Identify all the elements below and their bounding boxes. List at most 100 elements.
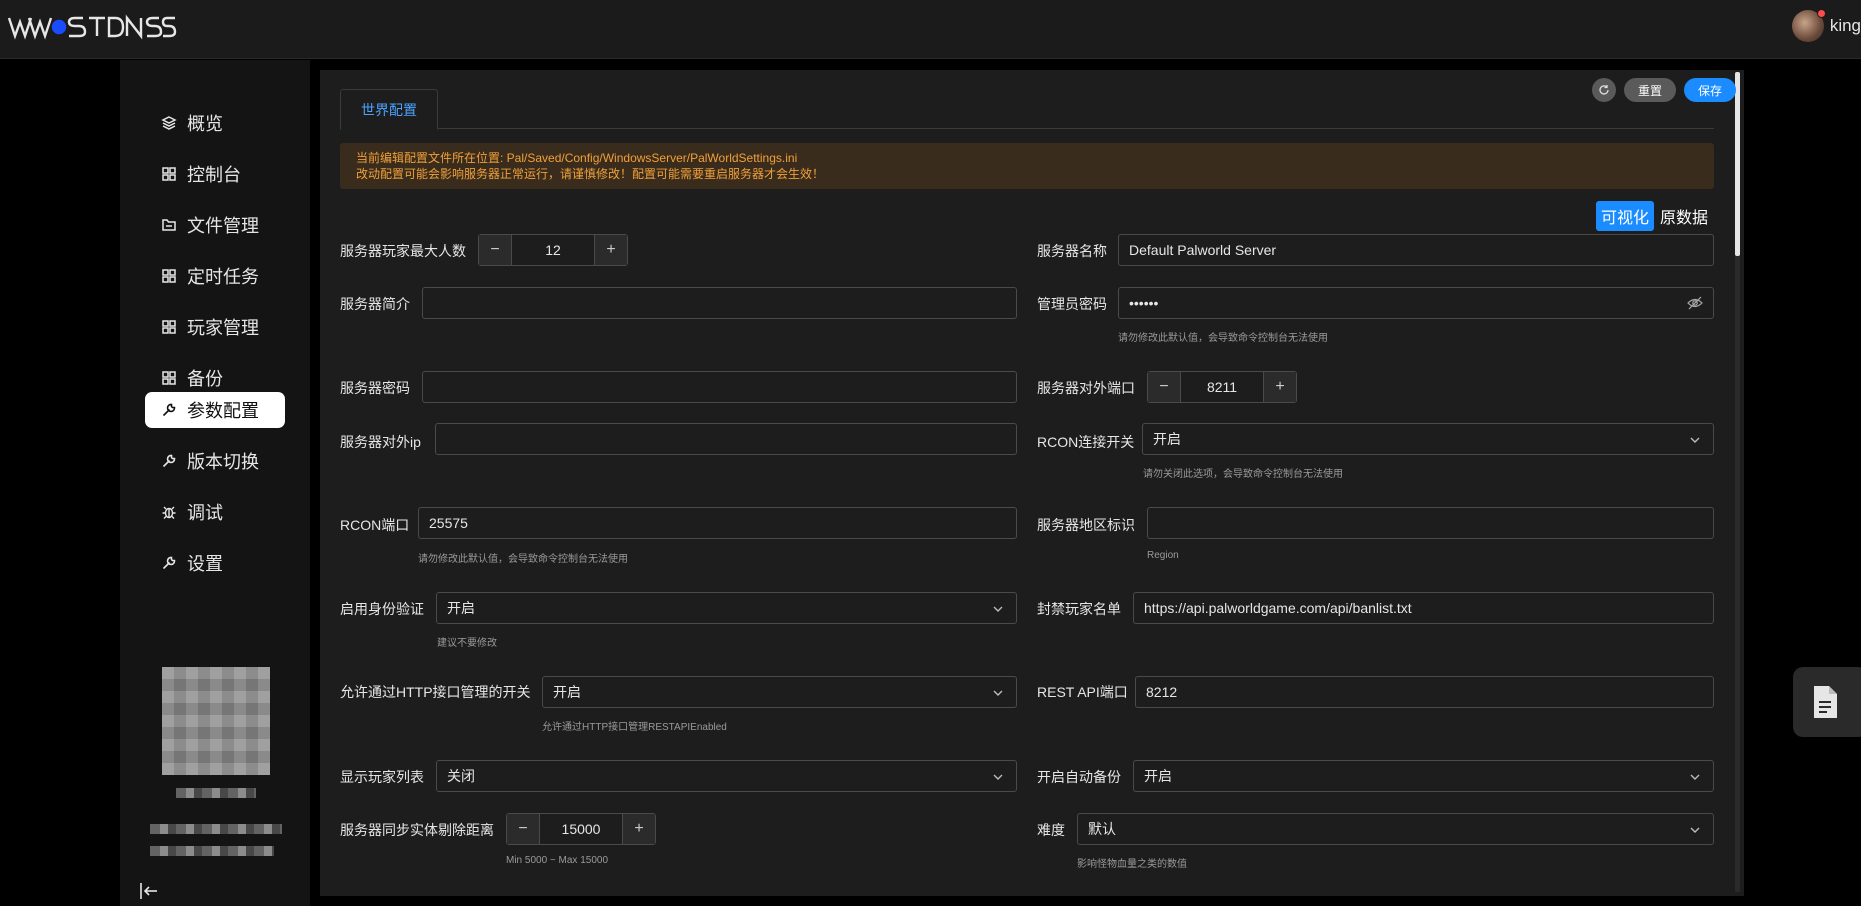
admin-password-label: 管理员密码 — [1037, 296, 1107, 312]
notification-dot — [1816, 9, 1826, 18]
layers-icon — [161, 115, 177, 131]
document-float-button[interactable] — [1793, 667, 1861, 737]
chevron-down-icon — [993, 606, 1003, 612]
rest-port-label: REST API端口 — [1037, 684, 1128, 700]
auto-backup-select[interactable]: 开启 — [1133, 760, 1714, 792]
increment-button[interactable]: + — [623, 814, 655, 844]
sidebar-item-console[interactable]: 控制台 — [145, 156, 285, 192]
banlist-label: 封禁玩家名单 — [1037, 601, 1121, 617]
rcon-enabled-value: 开启 — [1153, 431, 1181, 447]
decrement-button[interactable]: − — [479, 235, 511, 265]
sidebar-item-schedule[interactable]: 定时任务 — [145, 258, 285, 294]
auth-value: 开启 — [447, 600, 475, 616]
public-ip-input[interactable] — [435, 423, 1017, 455]
rcon-port-input[interactable]: 25575 — [418, 507, 1017, 539]
sync-distance-stepper[interactable]: − 15000 + — [506, 813, 656, 845]
decrement-button[interactable]: − — [507, 814, 539, 844]
wrench-icon — [161, 555, 177, 571]
banlist-input[interactable]: https://api.palworldgame.com/api/banlist… — [1133, 592, 1714, 624]
admin-password-hint: 请勿修改此默认值，会导致命令控制台无法使用 — [1118, 333, 1328, 344]
visual-mode-button[interactable]: 可视化 — [1596, 201, 1655, 231]
increment-button[interactable]: + — [1264, 372, 1296, 402]
rcon-enabled-select[interactable]: 开启 — [1142, 423, 1714, 455]
sidebar-item-label: 定时任务 — [187, 267, 259, 287]
refresh-icon — [1599, 85, 1609, 95]
region-input[interactable] — [1147, 507, 1714, 539]
sidebar-item-label: 玩家管理 — [187, 318, 259, 338]
tab-bar: 世界配置 — [340, 89, 1714, 130]
grid-icon — [161, 319, 177, 335]
toolbar: 重置 保存 — [1592, 78, 1737, 102]
difficulty-select[interactable]: 默认 — [1077, 813, 1714, 845]
difficulty-hint: 影响怪物血量之类的数值 — [1077, 859, 1187, 870]
user-menu[interactable]: king — [1791, 9, 1861, 42]
profile-image — [162, 667, 270, 775]
sidebar-item-debug[interactable]: 调试 — [145, 494, 285, 530]
auth-label: 启用身份验证 — [340, 601, 424, 617]
server-desc-input[interactable] — [422, 287, 1017, 319]
sync-distance-value[interactable]: 15000 — [539, 814, 623, 844]
public-port-value[interactable]: 8211 — [1180, 372, 1264, 402]
auth-select[interactable]: 开启 — [436, 592, 1017, 624]
rest-port-input[interactable]: 8212 — [1135, 676, 1714, 708]
sidebar-item-label: 版本切换 — [187, 452, 259, 472]
rest-api-select[interactable]: 开启 — [542, 676, 1017, 708]
show-players-value: 关闭 — [447, 768, 475, 784]
warning-alert: 当前编辑配置文件所在位置: Pal/Saved/Config/WindowsSe… — [340, 143, 1714, 189]
difficulty-label: 难度 — [1037, 822, 1065, 838]
difficulty-value: 默认 — [1088, 821, 1116, 837]
sidebar-item-settings[interactable]: 设置 — [145, 545, 285, 581]
rest-api-value: 开启 — [553, 684, 581, 700]
sidebar-item-label: 参数配置 — [187, 401, 259, 421]
sidebar-item-label: 设置 — [187, 554, 223, 574]
sidebar-item-label: 文件管理 — [187, 216, 259, 236]
increment-button[interactable]: + — [595, 235, 627, 265]
sidebar: 概览 控制台 文件管理 定时任务 玩家管理 备份 参数配置 版本切换 调试 设置 — [120, 60, 310, 906]
top-bar: king — [0, 0, 1861, 59]
reset-button[interactable]: 重置 — [1624, 78, 1677, 102]
admin-password-input[interactable]: •••••• — [1118, 287, 1714, 319]
collapse-sidebar-icon[interactable] — [138, 880, 160, 902]
sync-distance-hint: Min 5000 ~ Max 15000 — [506, 855, 609, 866]
tab-world-config[interactable]: 世界配置 — [340, 89, 438, 130]
auth-hint: 建议不要修改 — [437, 638, 497, 649]
mode-toggle: 可视化 原数据 — [1596, 201, 1710, 231]
eye-off-icon[interactable] — [1687, 296, 1703, 310]
rest-api-label: 允许通过HTTP接口管理的开关 — [340, 684, 531, 700]
wrench-icon — [161, 402, 177, 418]
rcon-port-hint: 请勿修改此默认值，会导致命令控制台无法使用 — [418, 554, 628, 565]
rest-api-hint: 允许通过HTTP接口管理RESTAPIEnabled — [542, 722, 727, 733]
sidebar-item-label: 调试 — [187, 503, 223, 523]
user-avatar[interactable] — [1791, 9, 1826, 42]
max-players-value[interactable]: 12 — [511, 235, 595, 265]
raw-mode-button[interactable]: 原数据 — [1658, 201, 1710, 231]
sidebar-item-files[interactable]: 文件管理 — [145, 207, 285, 243]
max-players-stepper[interactable]: − 12 + — [478, 234, 628, 266]
profile-name — [176, 788, 256, 798]
alert-line: 改动配置可能会影响服务器正常运行，请谨慎修改！配置可能需要重启服务器才会生效！ — [356, 167, 825, 181]
scrollbar[interactable] — [1735, 72, 1740, 892]
sidebar-item-overview[interactable]: 概览 — [145, 105, 285, 141]
sidebar-item-config[interactable]: 参数配置 — [145, 392, 285, 428]
auto-backup-label: 开启自动备份 — [1037, 769, 1121, 785]
sidebar-item-label: 概览 — [187, 114, 223, 134]
sidebar-item-label: 控制台 — [187, 165, 241, 185]
refresh-button[interactable] — [1592, 78, 1616, 102]
grid-icon — [161, 268, 177, 284]
decrement-button[interactable]: − — [1148, 372, 1180, 402]
show-players-select[interactable]: 关闭 — [436, 760, 1017, 792]
admin-password-value: •••••• — [1129, 295, 1159, 311]
sidebar-item-players[interactable]: 玩家管理 — [145, 309, 285, 345]
sidebar-item-version[interactable]: 版本切换 — [145, 443, 285, 479]
public-port-stepper[interactable]: − 8211 + — [1147, 371, 1297, 403]
grid-icon — [161, 370, 177, 386]
chevron-down-icon — [1690, 774, 1700, 780]
sidebar-item-backup[interactable]: 备份 — [145, 360, 285, 396]
public-ip-label: 服务器对外ip — [340, 434, 421, 450]
profile-info — [150, 846, 274, 856]
server-password-label: 服务器密码 — [340, 380, 410, 396]
app-logo[interactable] — [7, 14, 177, 40]
server-name-input[interactable]: Default Palworld Server — [1118, 234, 1714, 266]
server-password-input[interactable] — [422, 371, 1017, 403]
save-button[interactable]: 保存 — [1684, 78, 1737, 102]
